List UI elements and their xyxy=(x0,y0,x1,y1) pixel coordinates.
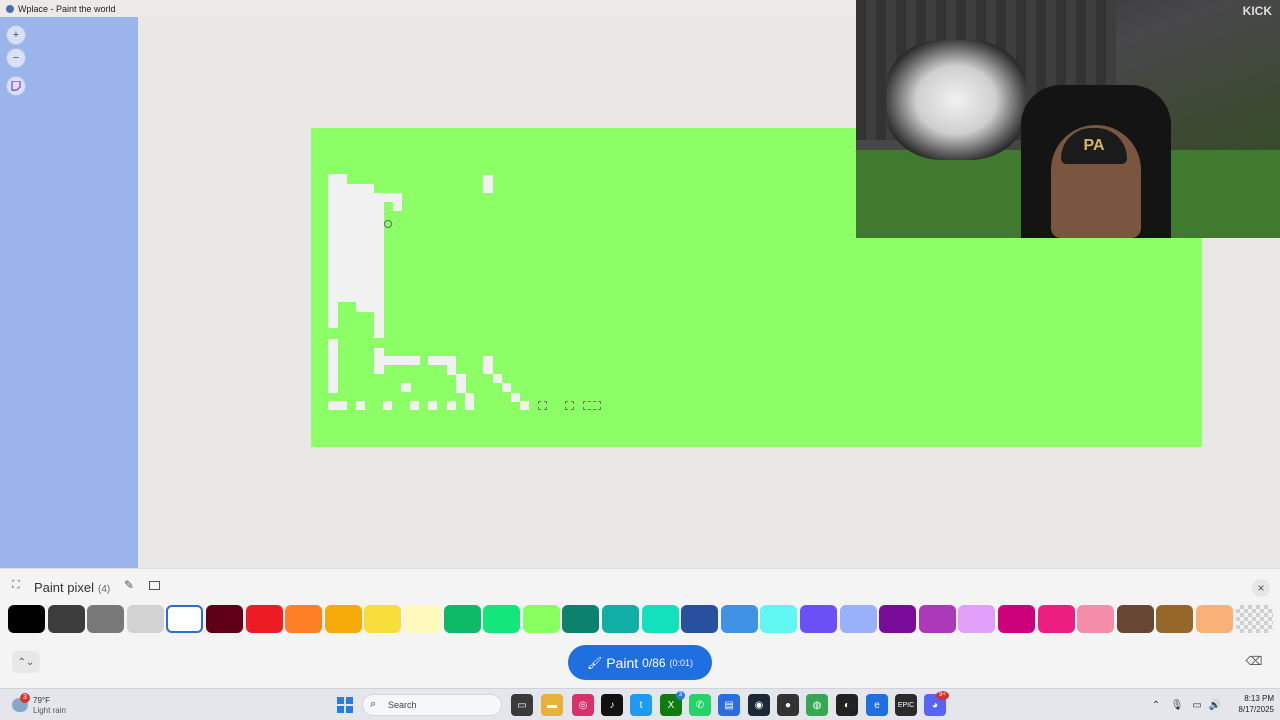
color-swatch[interactable] xyxy=(324,605,362,633)
app-icon[interactable]: ◐ xyxy=(836,694,858,716)
color-swatch[interactable] xyxy=(1156,605,1194,633)
paint-button-timer: (0:01) xyxy=(669,657,694,668)
color-swatch[interactable] xyxy=(839,605,877,633)
color-swatch[interactable] xyxy=(1037,605,1075,633)
steam-icon[interactable]: ◉ xyxy=(748,694,770,716)
toolbar-title: Paint pixel (4) xyxy=(34,580,110,595)
chrome-icon[interactable]: ◍ xyxy=(806,694,828,716)
color-swatch[interactable] xyxy=(166,605,204,633)
color-swatch[interactable] xyxy=(602,605,639,633)
edge-icon[interactable]: e xyxy=(866,694,888,716)
color-swatch[interactable] xyxy=(1077,605,1115,633)
tray-chevron-icon[interactable]: ⌃ xyxy=(1149,698,1163,712)
search-icon: ⌕ xyxy=(370,698,377,710)
twitter-icon[interactable]: t xyxy=(630,694,652,716)
paint-button-label: Paint xyxy=(606,654,639,671)
wplace-favicon-icon xyxy=(6,4,14,13)
windows-start-icon[interactable] xyxy=(334,694,356,716)
color-swatch[interactable] xyxy=(681,605,719,633)
search-placeholder: Search xyxy=(388,700,417,710)
discord-badge: 9+ xyxy=(936,691,949,700)
obs-icon[interactable]: ● xyxy=(777,694,799,716)
color-swatch[interactable] xyxy=(720,605,758,633)
taskbar-clock[interactable]: 8:13 PM 8/17/2025 xyxy=(1228,693,1274,715)
eraser-icon[interactable]: ⌫ xyxy=(1244,651,1264,671)
paint-button[interactable]: 🖌 Paint 0/86 (0:01) xyxy=(568,645,712,680)
weather-badge: 3 xyxy=(20,693,30,703)
whatsapp-icon[interactable]: ✆ xyxy=(689,694,711,716)
microphone-icon[interactable]: 🎙 xyxy=(1170,698,1184,712)
window-title: Wplace - Paint the world xyxy=(18,3,116,14)
color-swatch[interactable] xyxy=(879,605,917,633)
color-swatch[interactable] xyxy=(641,605,679,633)
close-button[interactable]: × xyxy=(1252,579,1270,597)
store-icon[interactable]: ▤ xyxy=(718,694,740,716)
weather-temp: 79°F xyxy=(33,696,50,705)
kick-logo: KICK xyxy=(1242,4,1272,18)
color-swatch[interactable] xyxy=(1196,605,1233,633)
twitch-icon[interactable] xyxy=(6,76,26,96)
file-explorer-icon[interactable]: ▬ xyxy=(541,694,563,716)
brush-icon: 🖌 xyxy=(586,655,603,670)
color-swatch[interactable] xyxy=(47,605,85,633)
clock-time: 8:13 PM xyxy=(1244,694,1274,703)
color-swatch[interactable] xyxy=(522,605,560,633)
network-icon[interactable]: ▭ xyxy=(1190,698,1204,712)
instagram-icon[interactable]: ◎ xyxy=(572,694,594,716)
zoom-out-button[interactable]: − xyxy=(6,48,26,68)
discord-icon[interactable]: ◕ 9+ xyxy=(924,691,949,716)
paint-toolbar: ⛶ Paint pixel (4) ✎ × ⌃⌄ 🖌 Paint 0/86 (0:… xyxy=(0,568,1280,688)
color-swatch[interactable] xyxy=(285,605,323,633)
epic-games-icon[interactable]: EPIC xyxy=(895,694,917,716)
color-swatch[interactable] xyxy=(87,605,125,633)
zoom-in-button[interactable]: + xyxy=(6,25,26,45)
panel-icon[interactable] xyxy=(149,581,160,590)
color-swatch[interactable] xyxy=(998,605,1035,633)
color-swatch[interactable] xyxy=(404,605,441,633)
color-swatch[interactable] xyxy=(958,605,996,633)
xbox-icon[interactable]: X3 xyxy=(660,691,685,716)
task-view-icon[interactable]: ▭ xyxy=(511,694,533,716)
webcam-overlay: PA KICK xyxy=(856,0,1280,238)
volume-icon[interactable]: 🔊 xyxy=(1208,698,1222,712)
webcam-motorcycle xyxy=(886,40,1026,160)
pencil-icon[interactable]: ✎ xyxy=(124,578,134,592)
paint-button-count: 0/86 xyxy=(642,655,666,670)
color-swatch[interactable] xyxy=(245,605,283,633)
crosshair-cursor-icon xyxy=(384,220,392,228)
map-left-region[interactable]: + − xyxy=(0,17,138,568)
taskbar-search[interactable]: ⌕ Search xyxy=(362,694,502,716)
color-swatch[interactable] xyxy=(800,605,837,633)
color-swatch[interactable] xyxy=(562,605,600,633)
color-swatch[interactable] xyxy=(364,605,402,633)
color-swatch[interactable] xyxy=(126,605,164,633)
tiktok-icon[interactable]: ♪ xyxy=(601,694,623,716)
clock-date: 8/17/2025 xyxy=(1238,705,1274,714)
expand-icon[interactable]: ⛶ xyxy=(12,579,20,592)
taskbar: 3 79°F Light rain ⌕ Search ▭ ▬ ◎ ♪ t X3 … xyxy=(0,688,1280,720)
expand-collapse-icon[interactable]: ⌃⌄ xyxy=(12,651,40,673)
color-swatch[interactable] xyxy=(206,605,243,633)
weather-condition: Light rain xyxy=(33,706,66,715)
color-swatch[interactable] xyxy=(760,605,798,633)
color-swatch[interactable] xyxy=(1235,605,1273,633)
color-swatch[interactable] xyxy=(443,605,481,633)
color-swatch[interactable] xyxy=(1116,605,1154,633)
color-swatch[interactable] xyxy=(8,605,45,633)
color-swatch[interactable] xyxy=(918,605,956,633)
xbox-badge: 3 xyxy=(676,691,685,700)
weather-widget[interactable]: 3 79°F Light rain xyxy=(12,693,92,717)
pixel-count: (4) xyxy=(97,584,111,595)
color-swatch[interactable] xyxy=(483,605,521,633)
toolbar-title-text: Paint pixel xyxy=(34,580,94,595)
